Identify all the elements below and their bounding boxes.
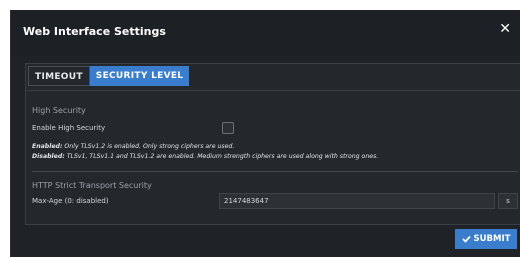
hsts-heading: HTTP Strict Transport Security [32, 181, 152, 190]
dialog-title: Web Interface Settings [23, 25, 166, 38]
enable-high-security-label: Enable High Security [32, 124, 106, 132]
submit-button[interactable]: SUBMIT [455, 229, 517, 249]
max-age-input[interactable]: 2147483647 [219, 193, 495, 209]
dialog-header: Web Interface Settings ✕ [11, 10, 520, 56]
enable-high-security-checkbox[interactable] [222, 122, 234, 134]
close-icon[interactable]: ✕ [499, 21, 511, 37]
high-security-heading: High Security [32, 106, 86, 115]
submit-label: SUBMIT [473, 234, 511, 244]
settings-dialog: Web Interface Settings ✕ TIMEOUT SECURIT… [10, 10, 520, 257]
section-divider [32, 171, 518, 172]
enabled-description: Enabled: Only TLSv1.2 is enabled. Only s… [32, 143, 234, 150]
tab-security-level[interactable]: SECURITY LEVEL [89, 66, 190, 86]
enabled-text: Only TLSv1.2 is enabled. Only strong cip… [62, 143, 235, 150]
enabled-prefix: Enabled: [32, 143, 63, 150]
max-age-unit: s [498, 193, 518, 209]
tab-timeout[interactable]: TIMEOUT [28, 66, 90, 86]
tab-divider [26, 90, 520, 91]
max-age-label: Max-Age (0: disabled) [32, 197, 109, 205]
tab-bar: TIMEOUT SECURITY LEVEL [28, 66, 190, 86]
settings-panel: TIMEOUT SECURITY LEVEL High Security Ena… [25, 63, 520, 225]
disabled-description: Disabled: TLSv1, TLSv1.1 and TLSv1.2 are… [32, 153, 378, 160]
disabled-prefix: Disabled: [32, 153, 65, 160]
disabled-text: TLSv1, TLSv1.1 and TLSv1.2 are enabled. … [64, 153, 379, 160]
check-icon [461, 235, 471, 243]
